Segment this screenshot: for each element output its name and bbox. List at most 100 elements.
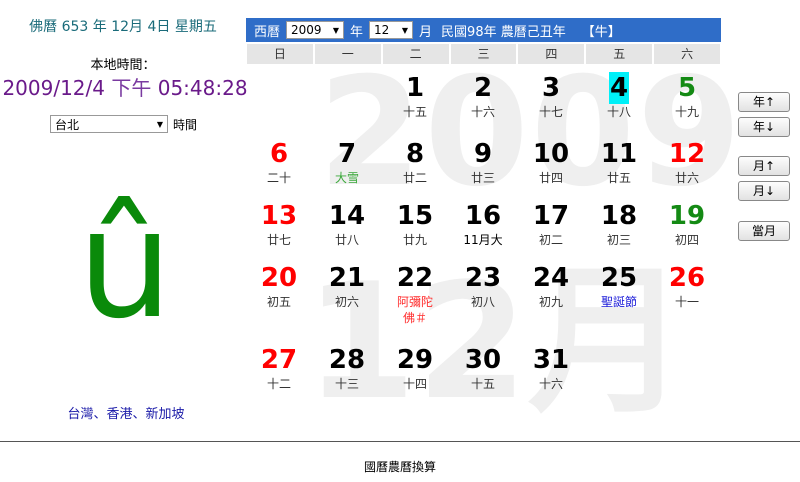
month-select[interactable]: 12 ▼ bbox=[369, 21, 414, 39]
divider bbox=[0, 441, 800, 442]
regions-link[interactable]: 台灣、香港、新加坡 bbox=[0, 403, 252, 422]
day-number: 29 bbox=[396, 345, 434, 375]
lunar-date: 十五 bbox=[470, 377, 495, 391]
day-cell[interactable]: 15 廿九 bbox=[382, 200, 448, 262]
month-up-button[interactable]: 月↑ bbox=[738, 156, 790, 176]
day-cell[interactable]: 13 廿七 bbox=[246, 200, 312, 262]
lunar-date: 聖誕節 bbox=[600, 295, 637, 309]
local-date: 2009/12/4 bbox=[2, 76, 105, 100]
day-number: 22 bbox=[396, 263, 434, 293]
day-cell[interactable]: 17 初二 bbox=[518, 200, 584, 262]
lunar-date: 廿三 bbox=[470, 171, 495, 185]
day-cell[interactable]: 31 十六 bbox=[518, 344, 584, 406]
day-number: 11 bbox=[600, 139, 638, 169]
day-number-row: 6 bbox=[246, 138, 312, 170]
day-cell[interactable]: 10 廿四 bbox=[518, 138, 584, 200]
lunar-date: 十六 bbox=[470, 105, 495, 119]
day-cell[interactable]: 16 11月大 bbox=[450, 200, 516, 262]
lunar-date: 初三 bbox=[606, 233, 631, 247]
day-number-row: 18 bbox=[586, 200, 652, 232]
day-cell[interactable]: 1 十五 bbox=[382, 72, 448, 134]
lunar-date: 十九 bbox=[674, 105, 699, 119]
month-select-value: 12 bbox=[374, 23, 390, 37]
day-number: 27 bbox=[260, 345, 298, 375]
day-cell[interactable]: 22 阿彌陀 佛＃ bbox=[382, 262, 448, 325]
lunar-date: 初二 bbox=[538, 233, 563, 247]
lunar-date: 初八 bbox=[470, 295, 495, 309]
city-select[interactable]: 台北 ▼ bbox=[50, 115, 168, 133]
day-number: 28 bbox=[328, 345, 366, 375]
lunar-date: 11月大 bbox=[463, 233, 503, 247]
day-cell[interactable]: 9 廿三 bbox=[450, 138, 516, 200]
local-time-label: 本地時間： bbox=[90, 58, 156, 73]
day-number: 3 bbox=[541, 73, 561, 103]
day-number: 12 bbox=[668, 139, 706, 169]
day-cell[interactable]: 29 十四 bbox=[382, 344, 448, 406]
lunar-date: 廿二 bbox=[402, 171, 427, 185]
day-cell[interactable]: 21 初六 bbox=[314, 262, 380, 324]
day-number: 17 bbox=[532, 201, 570, 231]
gregorian-label: 西曆 bbox=[254, 24, 281, 40]
day-cell[interactable]: 4 十八 bbox=[586, 72, 652, 134]
day-number: 2 bbox=[473, 73, 493, 103]
day-cell[interactable]: 11 廿五 bbox=[586, 138, 652, 200]
day-cell[interactable]: 20 初五 bbox=[246, 262, 312, 324]
month-down-button[interactable]: 月↓ bbox=[738, 181, 790, 201]
lunar-year-info: 民國98年 農曆己丑年 bbox=[441, 24, 566, 40]
day-cell[interactable]: 23 初八 bbox=[450, 262, 516, 324]
lunar-date: 十五 bbox=[402, 105, 427, 119]
day-number-row: 7 bbox=[314, 138, 380, 170]
day-number-row: 31 bbox=[518, 344, 584, 376]
day-number: 25 bbox=[600, 263, 638, 293]
day-number: 23 bbox=[464, 263, 502, 293]
day-cell[interactable]: 19 初四 bbox=[654, 200, 720, 262]
day-number: 19 bbox=[668, 201, 706, 231]
current-month-button[interactable]: 當月 bbox=[738, 221, 790, 241]
day-cell[interactable]: 30 十五 bbox=[450, 344, 516, 406]
day-number: 15 bbox=[396, 201, 434, 231]
day-cell[interactable]: 6 二十 bbox=[246, 138, 312, 200]
year-down-button[interactable]: 年↓ bbox=[738, 117, 790, 137]
day-cell[interactable]: 18 初三 bbox=[586, 200, 652, 262]
day-number-row: 1 bbox=[382, 72, 448, 104]
lunar-date: 廿六 bbox=[674, 171, 699, 185]
day-cell[interactable]: 26 十一 bbox=[654, 262, 720, 324]
lunar-date: 廿九 bbox=[402, 233, 427, 247]
year-select[interactable]: 2009 ▼ bbox=[286, 21, 345, 39]
day-cell[interactable]: 27 十二 bbox=[246, 344, 312, 406]
day-number-row: 12 bbox=[654, 138, 720, 170]
day-number-row: 28 bbox=[314, 344, 380, 376]
lunar-date: 廿五 bbox=[606, 171, 631, 185]
year-select-value: 2009 bbox=[291, 23, 322, 37]
lunar-date: 二十 bbox=[266, 171, 291, 185]
day-cell[interactable]: 25 聖誕節 bbox=[586, 262, 652, 324]
lunar-date: 廿七 bbox=[266, 233, 291, 247]
day-cell[interactable]: 24 初九 bbox=[518, 262, 584, 324]
lunar-date: 廿四 bbox=[538, 171, 563, 185]
day-cell[interactable]: 12 廿六 bbox=[654, 138, 720, 200]
weekday-sun: 日 bbox=[247, 44, 313, 64]
day-number: 9 bbox=[473, 139, 493, 169]
day-cell[interactable]: 5 十九 bbox=[654, 72, 720, 134]
day-cell[interactable]: 8 廿二 bbox=[382, 138, 448, 200]
day-number: 14 bbox=[328, 201, 366, 231]
day-cell[interactable]: 28 十三 bbox=[314, 344, 380, 406]
day-number-row: 13 bbox=[246, 200, 312, 232]
lunar-date: 十四 bbox=[402, 377, 427, 391]
day-number: 5 bbox=[677, 73, 697, 103]
chevron-down-icon: ▼ bbox=[156, 119, 163, 129]
day-number-row: 24 bbox=[518, 262, 584, 294]
day-number-row: 5 bbox=[654, 72, 720, 104]
day-cell[interactable]: 3 十七 bbox=[518, 72, 584, 134]
lunar-date: 十一 bbox=[674, 295, 699, 309]
lunar-date: 十六 bbox=[538, 377, 563, 391]
year-up-button[interactable]: 年↑ bbox=[738, 92, 790, 112]
day-cell[interactable]: 14 廿八 bbox=[314, 200, 380, 262]
day-number-row: 2 bbox=[450, 72, 516, 104]
day-cell[interactable]: 7 大雪 bbox=[314, 138, 380, 200]
city-select-value: 台北 bbox=[55, 117, 80, 132]
time-label: 時間 bbox=[173, 117, 198, 132]
calendar-header: 西曆 2009 ▼ 年 12 ▼ 月 民國98年 農曆己丑年 【牛】 bbox=[246, 18, 721, 42]
day-cell[interactable]: 2 十六 bbox=[450, 72, 516, 134]
lunar-date: 十二 bbox=[266, 377, 291, 391]
